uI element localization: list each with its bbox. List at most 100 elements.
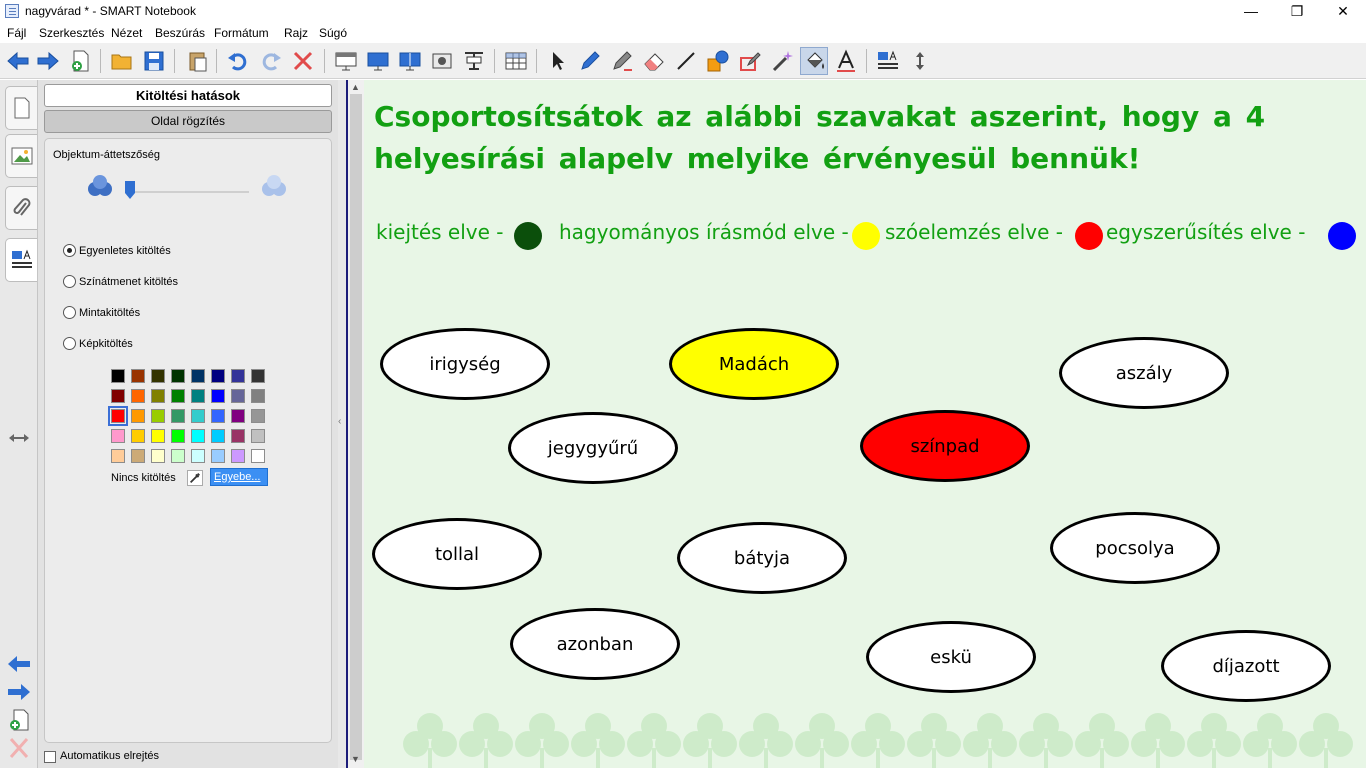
scroll-up-icon[interactable]: ▲	[351, 82, 360, 92]
word-ellipse-tollal[interactable]: tollal	[372, 518, 542, 590]
text-icon[interactable]	[832, 47, 860, 75]
color-swatch[interactable]	[131, 369, 145, 383]
color-swatch[interactable]	[251, 369, 265, 383]
color-swatch[interactable]	[111, 369, 125, 383]
menu-edit[interactable]: Szerkesztés	[39, 26, 104, 40]
color-swatch[interactable]	[191, 369, 205, 383]
color-swatch[interactable]	[211, 429, 225, 443]
color-swatch[interactable]	[231, 389, 245, 403]
back-arrow-icon[interactable]	[4, 47, 32, 75]
vertical-scrollbar[interactable]: ▲ ▼	[348, 80, 364, 768]
page-recording-button[interactable]: Oldal rögzítés	[44, 110, 332, 133]
color-swatch[interactable]	[151, 369, 165, 383]
add-page-side-icon[interactable]	[6, 708, 32, 732]
delete-icon[interactable]	[289, 47, 317, 75]
tab-properties[interactable]	[5, 238, 37, 282]
color-swatch[interactable]	[151, 389, 165, 403]
color-swatch[interactable]	[131, 389, 145, 403]
color-swatch[interactable]	[131, 429, 145, 443]
line-icon[interactable]	[672, 47, 700, 75]
resize-handle-icon[interactable]	[6, 426, 32, 450]
minimize-button[interactable]: —	[1228, 0, 1274, 23]
word-ellipse-jegygyuru[interactable]: jegygyűrű	[508, 412, 678, 484]
color-swatch[interactable]	[151, 409, 165, 423]
move-toolbar-icon[interactable]	[906, 47, 934, 75]
legend-dot-tradition[interactable]	[852, 222, 880, 250]
screen-shade-icon[interactable]	[332, 47, 360, 75]
no-fill-label[interactable]: Nincs kitöltés	[111, 472, 176, 484]
color-swatch[interactable]	[211, 449, 225, 463]
scroll-thumb[interactable]	[350, 94, 362, 760]
color-swatch[interactable]	[151, 429, 165, 443]
color-swatch[interactable]	[108, 406, 128, 426]
word-ellipse-pocsolya[interactable]: pocsolya	[1050, 512, 1220, 584]
menu-insert[interactable]: Beszúrás	[155, 26, 205, 40]
menu-view[interactable]: Nézet	[111, 26, 142, 40]
word-ellipse-azonban[interactable]: azonban	[510, 608, 680, 680]
eraser-icon[interactable]	[640, 47, 668, 75]
color-swatch[interactable]	[171, 409, 185, 423]
properties-icon[interactable]	[874, 47, 902, 75]
undo-icon[interactable]	[224, 47, 252, 75]
menu-draw[interactable]: Rajz	[284, 26, 308, 40]
color-swatch[interactable]	[231, 369, 245, 383]
fill-icon[interactable]	[800, 47, 828, 75]
color-swatch[interactable]	[231, 429, 245, 443]
more-colors-link[interactable]: Egyebe...	[210, 468, 268, 486]
document-camera-icon[interactable]	[428, 47, 456, 75]
color-swatch[interactable]	[191, 409, 205, 423]
fill-effects-button[interactable]: Kitöltési hatások	[44, 84, 332, 107]
legend-dot-pronunciation[interactable]	[514, 222, 542, 250]
eyedropper-icon[interactable]	[187, 470, 203, 486]
delete-page-icon[interactable]	[6, 736, 32, 760]
magic-pen-icon[interactable]	[768, 47, 796, 75]
legend-dot-morphology[interactable]	[1075, 222, 1103, 250]
color-swatch[interactable]	[151, 449, 165, 463]
next-page-icon[interactable]	[6, 680, 32, 704]
color-swatch[interactable]	[251, 449, 265, 463]
color-swatch[interactable]	[111, 389, 125, 403]
legend-label-morphology[interactable]: szóelemzés elve -	[885, 220, 1063, 244]
legend-label-pronunciation[interactable]: kiejtés elve -	[376, 220, 504, 244]
tab-gallery[interactable]	[5, 134, 37, 178]
maximize-button[interactable]: ❐	[1274, 0, 1320, 23]
color-swatch[interactable]	[131, 449, 145, 463]
color-swatch[interactable]	[171, 429, 185, 443]
color-swatch[interactable]	[251, 429, 265, 443]
word-ellipse-madach[interactable]: Madách	[669, 328, 839, 400]
tab-page-sorter[interactable]	[5, 86, 37, 130]
color-swatch[interactable]	[211, 389, 225, 403]
word-ellipse-irigyseg[interactable]: irigység	[380, 328, 550, 400]
transparency-slider-track[interactable]	[125, 191, 249, 193]
legend-label-tradition[interactable]: hagyományos írásmód elve -	[559, 220, 849, 244]
forward-arrow-icon[interactable]	[34, 47, 62, 75]
color-swatch[interactable]	[191, 449, 205, 463]
word-ellipse-batyja[interactable]: bátyja	[677, 522, 847, 594]
legend-dot-simplification[interactable]	[1328, 222, 1356, 250]
color-swatch[interactable]	[111, 449, 125, 463]
auto-hide-checkbox[interactable]	[44, 751, 56, 763]
dual-display-icon[interactable]	[396, 47, 424, 75]
color-swatch[interactable]	[111, 429, 125, 443]
open-folder-icon[interactable]	[108, 47, 136, 75]
scroll-down-icon[interactable]: ▼	[351, 754, 360, 764]
color-swatch[interactable]	[251, 409, 265, 423]
menu-format[interactable]: Formátum	[214, 26, 269, 40]
radio-pattern-fill[interactable]	[63, 306, 76, 319]
radio-gradient-fill[interactable]	[63, 275, 76, 288]
color-swatch[interactable]	[211, 409, 225, 423]
word-ellipse-szinpad[interactable]: színpad	[860, 410, 1030, 482]
color-swatch[interactable]	[211, 369, 225, 383]
table-icon[interactable]	[502, 47, 530, 75]
color-swatch[interactable]	[171, 389, 185, 403]
color-swatch[interactable]	[171, 369, 185, 383]
legend-label-simplification[interactable]: egyszerűsítés elve -	[1106, 220, 1305, 244]
word-ellipse-esku[interactable]: eskü	[866, 621, 1036, 693]
save-icon[interactable]	[140, 47, 168, 75]
color-swatch[interactable]	[231, 409, 245, 423]
radio-image-fill[interactable]	[63, 337, 76, 350]
color-swatch[interactable]	[191, 389, 205, 403]
display-icon[interactable]	[364, 47, 392, 75]
redo-icon[interactable]	[257, 47, 285, 75]
panel-splitter[interactable]: ‹	[338, 80, 346, 768]
